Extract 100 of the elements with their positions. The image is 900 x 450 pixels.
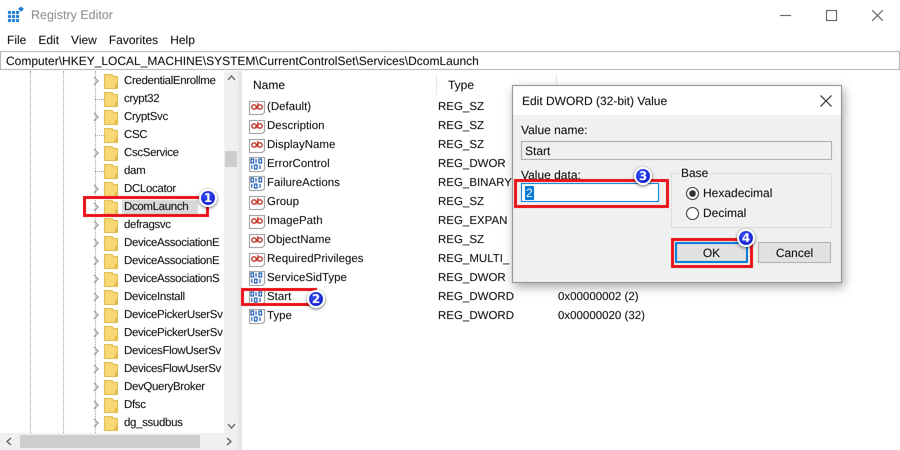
value-name[interactable]: Description xyxy=(267,120,325,132)
menu-item[interactable]: File xyxy=(1,33,32,47)
scroll-right-icon[interactable] xyxy=(226,437,232,446)
value-type: REG_SZ xyxy=(438,100,484,112)
dialog-button[interactable]: OK xyxy=(675,242,748,263)
menu-item[interactable]: View xyxy=(65,33,103,47)
maximize-icon[interactable] xyxy=(826,10,836,20)
value-type: REG_SZ xyxy=(438,138,484,150)
tree-item[interactable]: dg_ssudbus xyxy=(122,416,185,430)
value-type: REG_SZ xyxy=(438,234,484,246)
tree-item[interactable]: dam xyxy=(122,164,148,178)
step-badge: 4 xyxy=(737,229,755,247)
value-name[interactable]: Type xyxy=(267,310,292,322)
string-value-icon xyxy=(249,194,265,210)
step-badge: 2 xyxy=(307,290,325,308)
tree-item[interactable]: defragsvc xyxy=(122,218,173,232)
vertical-scrollbar[interactable] xyxy=(224,71,238,433)
tree-item[interactable]: CryptSvc xyxy=(122,110,170,124)
tree-item[interactable]: DeviceAssociationE xyxy=(122,254,222,268)
scroll-thumb[interactable] xyxy=(20,435,200,448)
tree-item[interactable]: DeviceAssociationS xyxy=(122,272,222,286)
scroll-left-icon[interactable] xyxy=(6,437,12,446)
value-name[interactable]: ServiceSidType xyxy=(267,272,347,284)
value-type: REG_DWOR xyxy=(438,272,506,284)
tree-item[interactable]: DcomLaunch xyxy=(122,200,198,214)
folder-icon xyxy=(104,271,118,287)
radio-button[interactable] xyxy=(686,206,699,220)
value-data: 0x00000020 (32) xyxy=(558,310,645,322)
tree-item[interactable]: DevQueryBroker xyxy=(122,380,207,394)
folder-icon xyxy=(104,307,118,323)
step-badge: 3 xyxy=(634,167,652,185)
field-label: Value name: xyxy=(521,123,588,137)
value-name-field[interactable]: Start xyxy=(521,141,832,160)
value-type: REG_MULTI_ xyxy=(438,252,510,264)
tree-item[interactable]: DevicesFlowUserSv xyxy=(122,362,223,376)
folder-icon xyxy=(104,289,118,305)
binary-value-icon xyxy=(249,270,265,286)
value-name[interactable]: Group xyxy=(267,196,299,208)
folder-icon xyxy=(104,361,118,377)
menu-item[interactable]: Favorites xyxy=(102,33,164,47)
value-data: 0x00000002 (2) xyxy=(558,290,639,302)
address-bar[interactable]: Computer\HKEY_LOCAL_MACHINE\SYSTEM\CurrentControlSet\Services\DcomLaunch xyxy=(0,51,900,70)
value-name[interactable]: ObjectName xyxy=(267,234,331,246)
tree-item[interactable]: Dfsc xyxy=(122,398,148,412)
string-value-icon xyxy=(249,212,265,228)
folder-icon xyxy=(104,199,118,215)
value-type: REG_DWORD xyxy=(438,310,514,322)
menu-item[interactable]: Help xyxy=(164,33,201,47)
value-type: REG_DWOR xyxy=(438,158,506,170)
tree-item[interactable]: DCLocator xyxy=(122,182,178,196)
folder-icon xyxy=(104,73,118,89)
folder-icon xyxy=(104,109,118,125)
folder-icon xyxy=(104,181,118,197)
scroll-down-icon[interactable] xyxy=(226,423,236,429)
value-data-field[interactable]: 2 xyxy=(521,183,659,202)
value-name[interactable]: DisplayName xyxy=(267,138,336,150)
string-value-icon xyxy=(249,98,265,114)
value-name[interactable]: ErrorControl xyxy=(267,158,330,170)
column-header[interactable]: Name xyxy=(242,74,437,95)
close-icon[interactable] xyxy=(820,94,832,106)
dialog-title: Edit DWORD (32-bit) Value xyxy=(522,94,668,108)
dialog-button[interactable]: Cancel xyxy=(758,242,831,263)
value-name[interactable]: FailureActions xyxy=(267,176,340,188)
scroll-thumb[interactable] xyxy=(225,151,237,167)
folder-icon xyxy=(104,343,118,359)
binary-value-icon xyxy=(249,156,265,172)
tree-item[interactable]: DevicePickerUserSv xyxy=(122,308,224,322)
value-type: REG_EXPAN xyxy=(438,214,508,226)
tree-item[interactable]: CSC xyxy=(122,128,150,142)
tree-item[interactable]: CredentialEnrollme xyxy=(122,74,218,88)
folder-icon xyxy=(104,91,118,107)
string-value-icon xyxy=(249,136,265,152)
value-type: REG_DWORD xyxy=(438,290,514,302)
value-name[interactable]: RequiredPrivileges xyxy=(267,252,364,264)
menu-item[interactable]: Edit xyxy=(32,33,66,47)
folder-icon xyxy=(104,217,118,233)
value-name[interactable]: (Default) xyxy=(267,100,312,112)
tree-item[interactable]: CscService xyxy=(122,146,181,160)
scroll-up-icon[interactable] xyxy=(226,75,236,81)
field-label: Value data: xyxy=(521,168,581,182)
binary-value-icon xyxy=(249,308,265,324)
folder-icon xyxy=(104,379,118,395)
group-label: Base xyxy=(680,166,710,180)
tree-item[interactable]: DeviceInstall xyxy=(122,290,187,304)
folder-icon xyxy=(104,235,118,251)
radio-label[interactable]: Decimal xyxy=(703,206,746,220)
tree-item[interactable]: DevicePickerUserSv xyxy=(122,326,224,340)
radio-button[interactable] xyxy=(686,186,699,200)
tree-item[interactable]: DevicesFlowUserSv xyxy=(122,344,223,358)
tree-item[interactable]: crypt32 xyxy=(122,92,162,106)
close-icon[interactable] xyxy=(872,10,882,20)
folder-icon xyxy=(104,145,118,161)
value-name[interactable]: ImagePath xyxy=(267,214,323,226)
value-name[interactable]: Start xyxy=(267,290,292,302)
folder-icon xyxy=(104,253,118,269)
folder-icon xyxy=(104,325,118,341)
tree-item[interactable]: DeviceAssociationE xyxy=(122,236,222,250)
app-icon xyxy=(8,7,24,23)
radio-label[interactable]: Hexadecimal xyxy=(703,186,772,200)
horizontal-scrollbar[interactable] xyxy=(0,433,238,450)
